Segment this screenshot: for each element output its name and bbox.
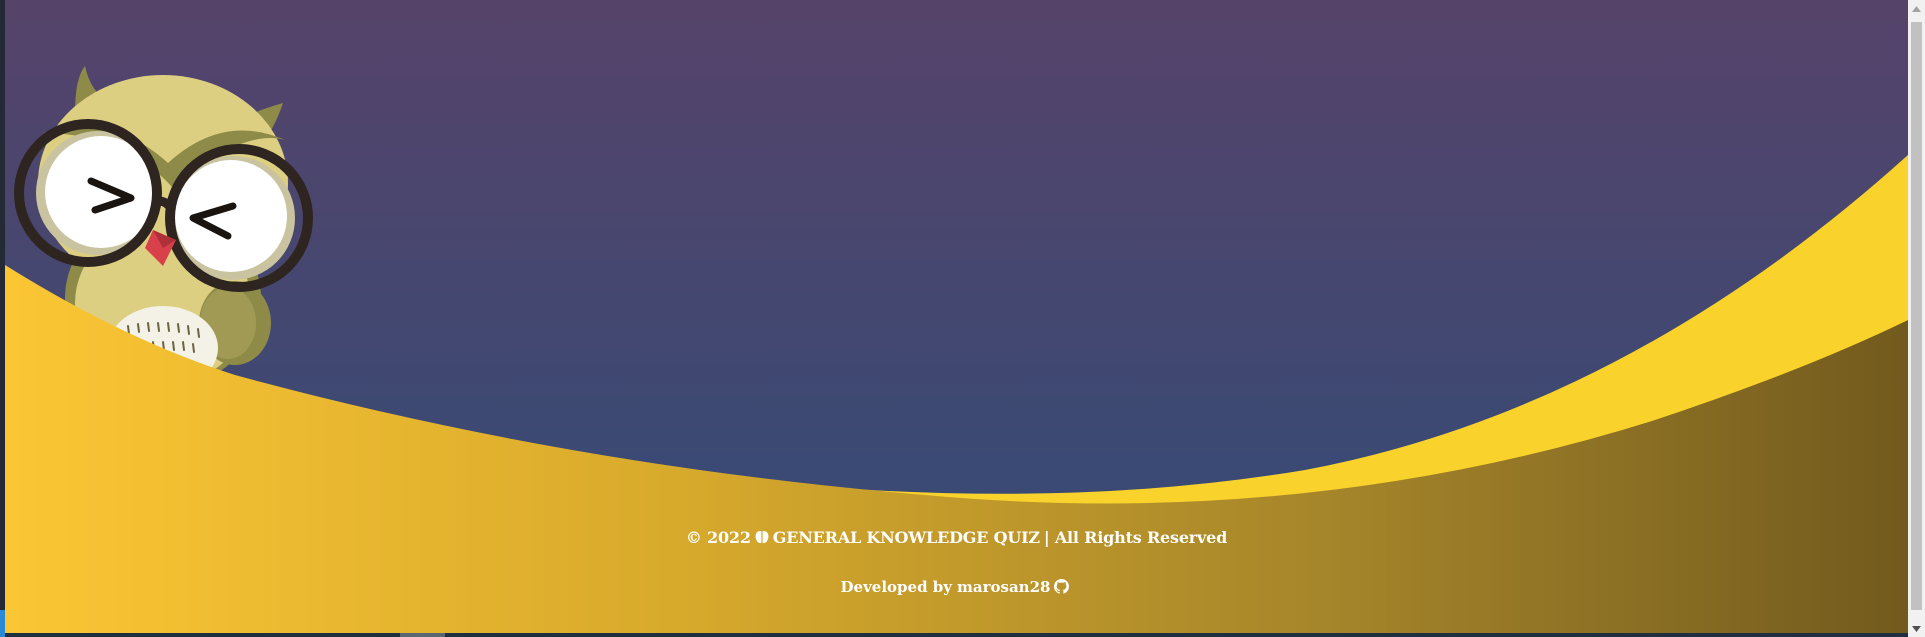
developer-link[interactable]: marosan28: [957, 578, 1050, 596]
quiz-page-footer-section: © 2022 GENERAL KNOWLEDGE QUIZ | All Righ…: [5, 0, 1908, 633]
scrollbar-thumb[interactable]: [1911, 22, 1922, 610]
copyright-line: © 2022 GENERAL KNOWLEDGE QUIZ | All Righ…: [5, 520, 1908, 554]
scroll-down-arrow-icon[interactable]: [1908, 620, 1925, 637]
site-name: GENERAL KNOWLEDGE QUIZ: [772, 527, 1040, 547]
browser-viewport: © 2022 GENERAL KNOWLEDGE QUIZ | All Righ…: [0, 0, 1925, 637]
rights-text: | All Rights Reserved: [1043, 527, 1228, 547]
copyright-year: © 2022: [685, 527, 751, 547]
vertical-scrollbar[interactable]: [1908, 0, 1925, 637]
scroll-up-arrow-icon[interactable]: [1908, 0, 1925, 17]
taskbar-segment: [400, 633, 445, 637]
brain-icon: [754, 529, 770, 545]
developer-credit: Developed by marosan28: [5, 570, 1908, 604]
developed-by-label: Developed by: [840, 578, 952, 596]
github-icon[interactable]: [1053, 579, 1069, 595]
taskbar-strip: [5, 633, 1908, 637]
